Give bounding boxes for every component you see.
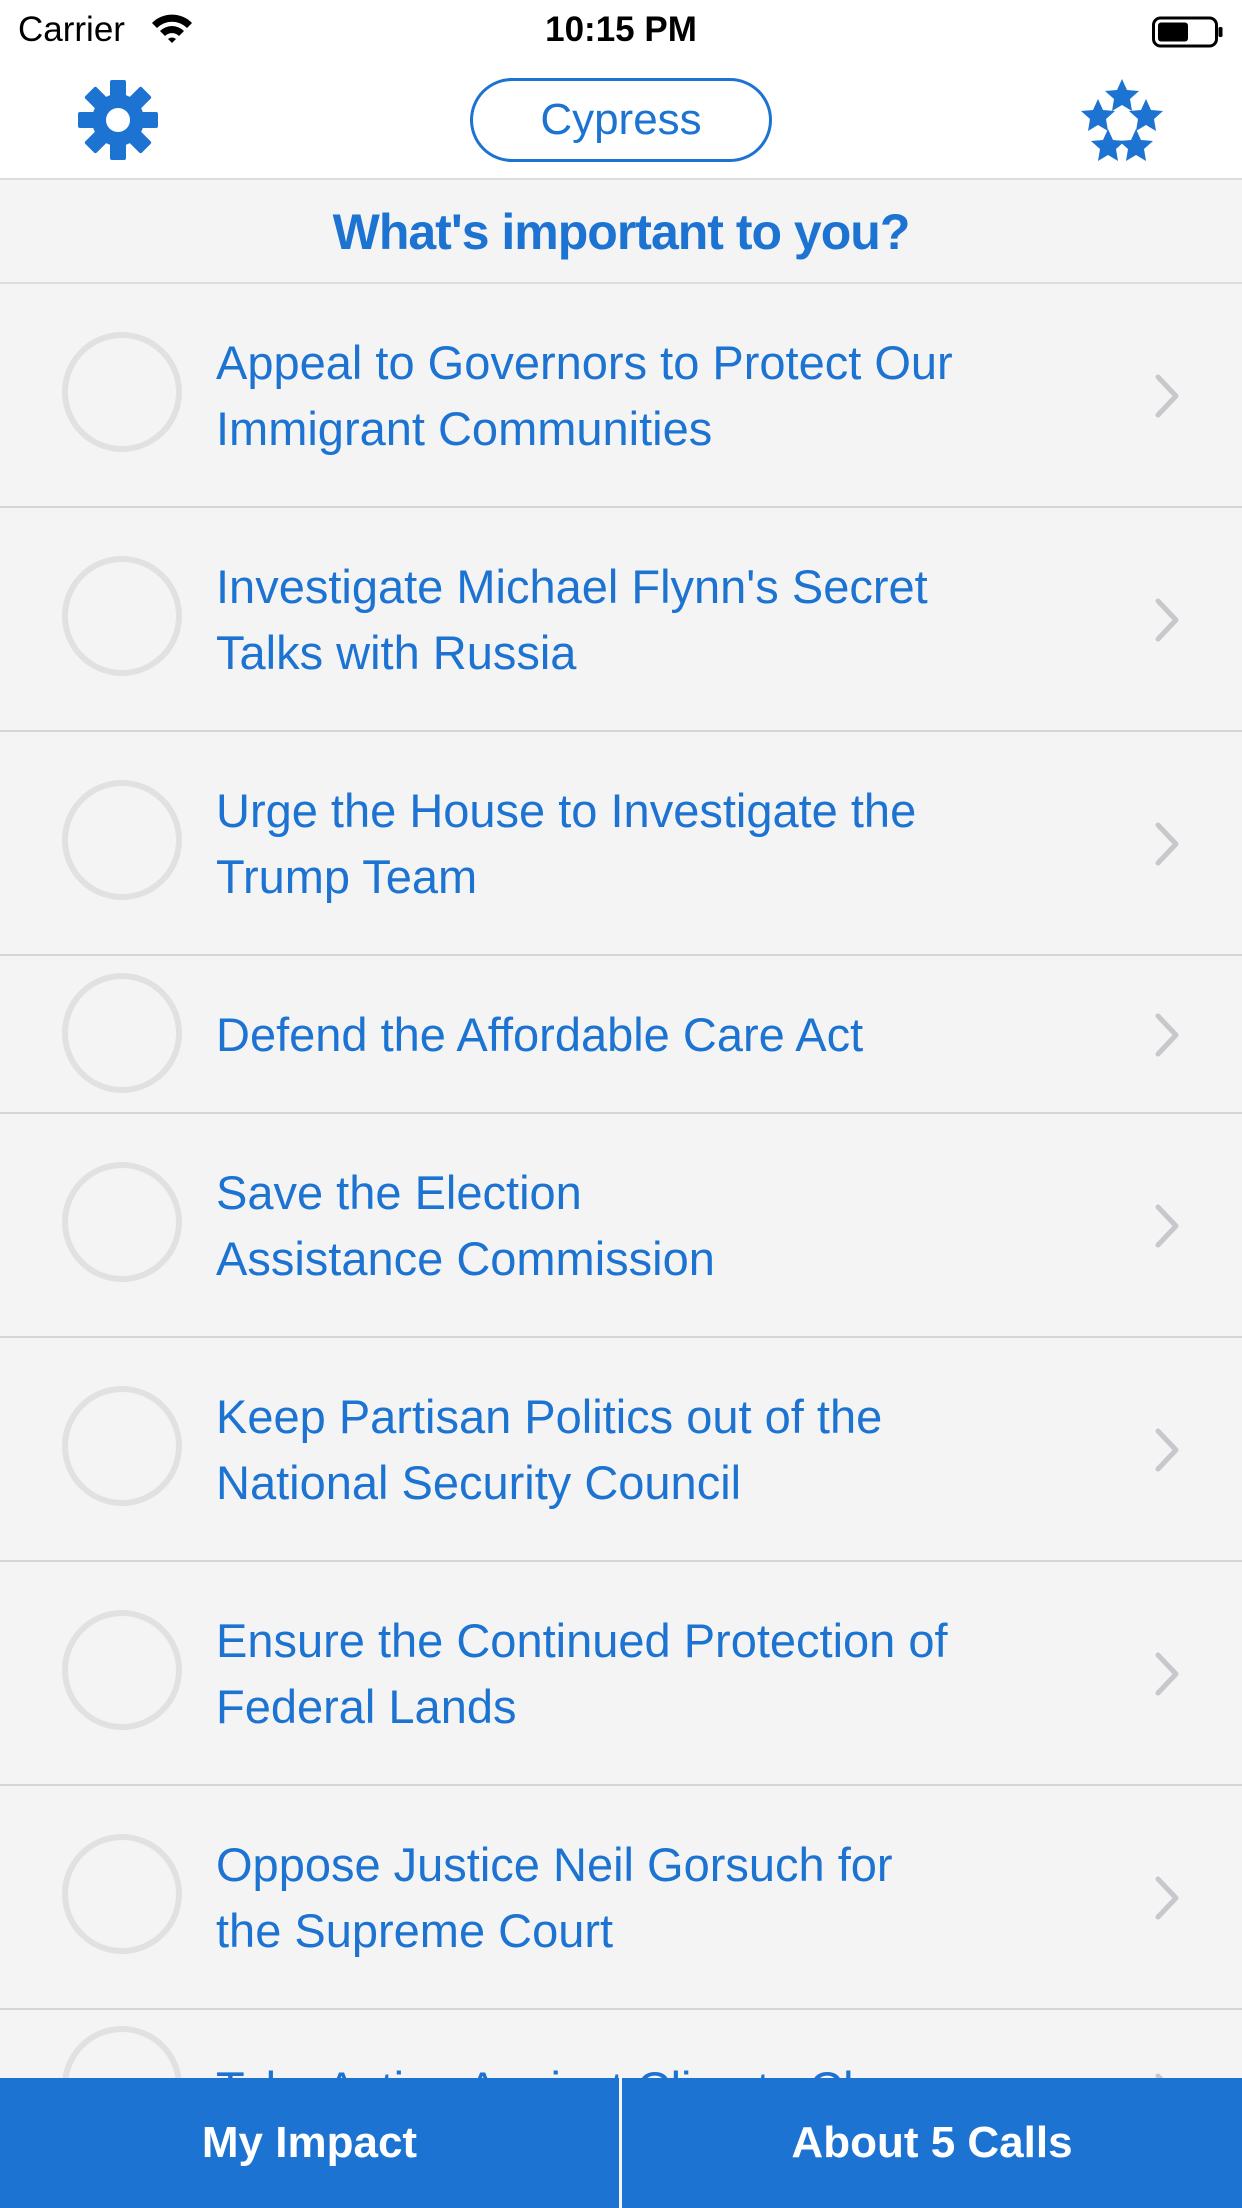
issue-row[interactable]: Keep Partisan Politics out of the Nation… [0, 1338, 1242, 1562]
issue-title-line: Save the Election [216, 1166, 582, 1219]
issue-title: Save the Election Assistance Commission [216, 1160, 1056, 1292]
my-impact-tab[interactable]: My Impact [0, 2078, 619, 2208]
chevron-right-icon [1155, 374, 1179, 418]
status-circle-icon [62, 1834, 182, 1954]
issue-title-line: Talks with Russia [216, 626, 577, 679]
issue-row[interactable]: Urge the House to Investigate the Trump … [0, 732, 1242, 956]
status-circle-icon [62, 973, 182, 1093]
issues-list: Appeal to Governors to Protect Our Immig… [0, 284, 1242, 2078]
chevron-right-icon [1155, 1204, 1179, 1248]
status-circle-icon [62, 332, 182, 452]
issue-title: Take Action Against Climate Change [216, 2056, 1056, 2078]
issue-title-line: Oppose Justice Neil Gorsuch for [216, 1838, 893, 1891]
issue-title-line: Assistance Commission [216, 1232, 715, 1285]
issue-row[interactable]: Take Action Against Climate Change [0, 2010, 1242, 2078]
gear-icon[interactable] [76, 78, 160, 162]
issue-title-line: Investigate Michael Flynn's Secret [216, 560, 928, 613]
issue-title-line: Defend the Affordable Care Act [216, 1008, 864, 1061]
issue-title: Keep Partisan Politics out of the Nation… [216, 1384, 1056, 1516]
bottom-tab-bar: My Impact About 5 Calls [0, 2078, 1242, 2208]
status-bar: Carrier 10:15 PM [0, 0, 1242, 60]
issue-title-line: National Security Council [216, 1456, 742, 1509]
issue-title-line: Ensure the Continued Protection of [216, 1614, 948, 1667]
issue-row[interactable]: Appeal to Governors to Protect Our Immig… [0, 284, 1242, 508]
issue-row[interactable]: Investigate Michael Flynn's Secret Talks… [0, 508, 1242, 732]
navigation-bar: Cypress [0, 60, 1242, 180]
issue-title-line: the Supreme Court [216, 1904, 614, 1957]
status-circle-icon [62, 1386, 182, 1506]
issue-title: Urge the House to Investigate the Trump … [216, 778, 1056, 910]
chevron-right-icon [1155, 2073, 1164, 2078]
issue-title-line: Immigrant Communities [216, 402, 713, 455]
issue-title-line: Keep Partisan Politics out of the [216, 1390, 883, 1443]
issue-row[interactable]: Ensure the Continued Protection of Feder… [0, 1562, 1242, 1786]
issue-title-line: Appeal to Governors to Protect Our [216, 336, 953, 389]
issue-title: Ensure the Continued Protection of Feder… [216, 1608, 1056, 1740]
status-circle-icon [62, 2026, 182, 2078]
chevron-right-icon [1155, 1652, 1179, 1696]
chevron-right-icon [1155, 1876, 1179, 1920]
stars-icon[interactable] [1076, 76, 1168, 168]
issue-row[interactable]: Defend the Affordable Care Act [0, 956, 1242, 1114]
status-circle-icon [62, 556, 182, 676]
issue-title-line: Federal Lands [216, 1680, 517, 1733]
chevron-right-icon [1155, 1013, 1179, 1057]
status-circle-icon [62, 1162, 182, 1282]
battery-icon [1152, 16, 1223, 48]
status-circle-icon [62, 1610, 182, 1730]
about-tab[interactable]: About 5 Calls [622, 2078, 1242, 2208]
issue-title-line: Urge the House to Investigate the [216, 784, 917, 837]
chevron-right-icon [1155, 822, 1179, 866]
issue-title-line: Trump Team [216, 850, 478, 903]
issue-row[interactable]: Oppose Justice Neil Gorsuch for the Supr… [0, 1786, 1242, 2010]
issue-title-line: Take Action Against Climate Change [216, 2056, 1056, 2078]
issue-title: Investigate Michael Flynn's Secret Talks… [216, 554, 1056, 686]
issue-title: Defend the Affordable Care Act [216, 1002, 1056, 1068]
chevron-right-icon [1155, 1428, 1179, 1472]
issue-title: Appeal to Governors to Protect Our Immig… [216, 330, 1056, 462]
issue-title: Oppose Justice Neil Gorsuch for the Supr… [216, 1832, 1056, 1964]
status-circle-icon [62, 780, 182, 900]
location-button[interactable]: Cypress [470, 78, 772, 162]
issue-row[interactable]: Save the Election Assistance Commission [0, 1114, 1242, 1338]
clock: 10:15 PM [545, 10, 697, 49]
chevron-right-icon [1155, 598, 1179, 642]
section-header: What's important to you? [0, 180, 1242, 284]
